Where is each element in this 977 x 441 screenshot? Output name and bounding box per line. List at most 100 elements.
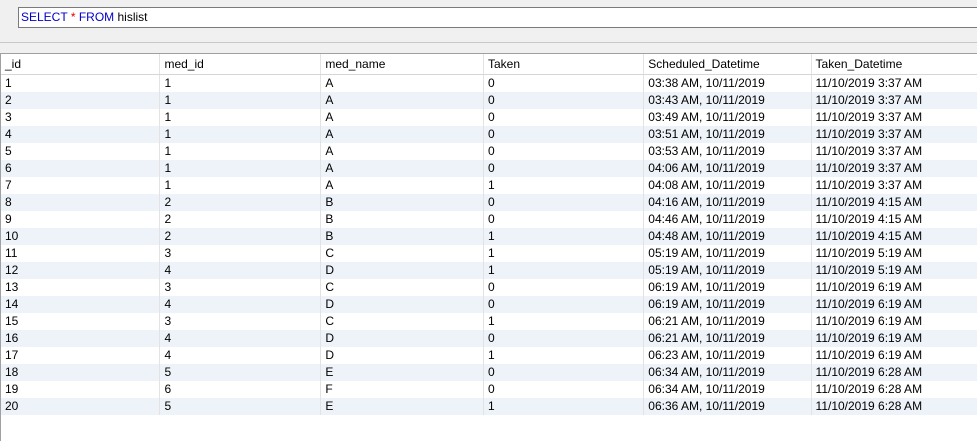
cell-taken[interactable]: 1 [483, 245, 645, 262]
cell-taken-datetime[interactable]: 11/10/2019 3:37 AM [811, 109, 977, 126]
cell-taken[interactable]: 1 [483, 398, 645, 415]
cell-taken-datetime[interactable]: 11/10/2019 4:15 AM [811, 228, 977, 245]
cell-scheduled-datetime[interactable]: 04:06 AM, 10/11/2019 [643, 160, 812, 177]
table-row[interactable]: 9 2 B 0 04:46 AM, 10/11/2019 11/10/2019 4:15 … [1, 211, 977, 228]
cell-taken-datetime[interactable]: 11/10/2019 5:19 AM [811, 262, 977, 279]
cell-taken-datetime[interactable]: 11/10/2019 6:28 AM [811, 364, 977, 381]
cell-id[interactable]: 10 [1, 228, 161, 245]
table-row[interactable]: 13 3 C 0 06:19 AM, 10/11/2019 11/10/2019 6:19… [1, 279, 977, 296]
cell-id[interactable]: 12 [1, 262, 161, 279]
cell-scheduled-datetime[interactable]: 03:53 AM, 10/11/2019 [643, 143, 812, 160]
cell-med-name[interactable]: C [320, 279, 484, 296]
cell-taken[interactable]: 0 [483, 279, 645, 296]
cell-scheduled-datetime[interactable]: 06:36 AM, 10/11/2019 [643, 398, 812, 415]
cell-id[interactable]: 20 [1, 398, 161, 415]
cell-med-name[interactable]: C [320, 313, 484, 330]
cell-id[interactable]: 19 [1, 381, 161, 398]
table-row[interactable]: 16 4 D 0 06:21 AM, 10/11/2019 11/10/2019 6:19… [1, 330, 977, 347]
cell-taken[interactable]: 1 [483, 347, 645, 364]
cell-taken-datetime[interactable]: 11/10/2019 6:19 AM [811, 330, 977, 347]
cell-scheduled-datetime[interactable]: 04:08 AM, 10/11/2019 [643, 177, 812, 194]
cell-med-id[interactable]: 1 [159, 92, 322, 109]
cell-taken[interactable]: 0 [483, 330, 645, 347]
cell-taken-datetime[interactable]: 11/10/2019 5:19 AM [811, 245, 977, 262]
cell-taken[interactable]: 0 [483, 74, 645, 92]
cell-taken-datetime[interactable]: 11/10/2019 6:19 AM [811, 313, 977, 330]
cell-med-id[interactable]: 1 [159, 74, 322, 92]
cell-med-name[interactable]: C [320, 245, 484, 262]
cell-taken-datetime[interactable]: 11/10/2019 6:19 AM [811, 296, 977, 313]
cell-scheduled-datetime[interactable]: 05:19 AM, 10/11/2019 [643, 262, 812, 279]
cell-med-name[interactable]: D [320, 262, 484, 279]
cell-id[interactable]: 8 [1, 194, 161, 211]
cell-med-id[interactable]: 1 [159, 177, 322, 194]
cell-med-name[interactable]: F [320, 381, 484, 398]
cell-taken[interactable]: 1 [483, 228, 645, 245]
cell-scheduled-datetime[interactable]: 03:38 AM, 10/11/2019 [643, 74, 812, 92]
cell-med-id[interactable]: 1 [159, 109, 322, 126]
cell-med-name[interactable]: A [320, 177, 484, 194]
cell-med-id[interactable]: 3 [159, 279, 322, 296]
cell-taken[interactable]: 1 [483, 177, 645, 194]
cell-scheduled-datetime[interactable]: 06:34 AM, 10/11/2019 [643, 381, 812, 398]
cell-med-id[interactable]: 2 [159, 228, 322, 245]
table-row[interactable]: 11 3 C 1 05:19 AM, 10/11/2019 11/10/2019 5:19… [1, 245, 977, 262]
column-header-id[interactable]: _id [1, 54, 161, 75]
cell-taken[interactable]: 0 [483, 381, 645, 398]
cell-med-id[interactable]: 4 [159, 330, 322, 347]
cell-med-id[interactable]: 3 [159, 313, 322, 330]
cell-taken-datetime[interactable]: 11/10/2019 3:37 AM [811, 143, 977, 160]
cell-taken-datetime[interactable]: 11/10/2019 3:37 AM [811, 160, 977, 177]
cell-scheduled-datetime[interactable]: 06:23 AM, 10/11/2019 [643, 347, 812, 364]
cell-med-id[interactable]: 4 [159, 296, 322, 313]
cell-scheduled-datetime[interactable]: 06:21 AM, 10/11/2019 [643, 330, 812, 347]
column-header-med-id[interactable]: med_id [159, 54, 322, 75]
cell-taken[interactable]: 1 [483, 313, 645, 330]
cell-id[interactable]: 7 [1, 177, 161, 194]
cell-taken[interactable]: 0 [483, 126, 645, 143]
table-row[interactable]: 15 3 C 1 06:21 AM, 10/11/2019 11/10/2019 6:19… [1, 313, 977, 330]
cell-med-id[interactable]: 2 [159, 194, 322, 211]
cell-taken[interactable]: 0 [483, 211, 645, 228]
cell-med-id[interactable]: 4 [159, 347, 322, 364]
cell-scheduled-datetime[interactable]: 03:49 AM, 10/11/2019 [643, 109, 812, 126]
cell-med-name[interactable]: A [320, 143, 484, 160]
cell-med-name[interactable]: E [320, 364, 484, 381]
cell-id[interactable]: 15 [1, 313, 161, 330]
cell-scheduled-datetime[interactable]: 03:51 AM, 10/11/2019 [643, 126, 812, 143]
table-row[interactable]: 3 1 A 0 03:49 AM, 10/11/2019 11/10/2019 3:37 … [1, 109, 977, 126]
column-header-taken-datetime[interactable]: Taken_Datetime [811, 54, 977, 75]
cell-med-name[interactable]: D [320, 296, 484, 313]
cell-id[interactable]: 4 [1, 126, 161, 143]
cell-id[interactable]: 2 [1, 92, 161, 109]
table-row[interactable]: 20 5 E 1 06:36 AM, 10/11/2019 11/10/2019 6:28… [1, 398, 977, 415]
cell-med-name[interactable]: E [320, 398, 484, 415]
cell-med-id[interactable]: 5 [159, 364, 322, 381]
cell-med-id[interactable]: 3 [159, 245, 322, 262]
cell-taken[interactable]: 1 [483, 262, 645, 279]
cell-med-id[interactable]: 1 [159, 143, 322, 160]
cell-med-name[interactable]: D [320, 347, 484, 364]
table-row[interactable]: 1 1 A 0 03:38 AM, 10/11/2019 11/10/2019 3:37 … [1, 74, 977, 92]
cell-scheduled-datetime[interactable]: 06:19 AM, 10/11/2019 [643, 296, 812, 313]
cell-id[interactable]: 3 [1, 109, 161, 126]
table-row[interactable]: 14 4 D 0 06:19 AM, 10/11/2019 11/10/2019 6:19… [1, 296, 977, 313]
cell-med-id[interactable]: 6 [159, 381, 322, 398]
cell-taken-datetime[interactable]: 11/10/2019 6:28 AM [811, 381, 977, 398]
cell-taken[interactable]: 0 [483, 364, 645, 381]
cell-taken[interactable]: 0 [483, 109, 645, 126]
column-header-med-name[interactable]: med_name [320, 54, 484, 75]
cell-taken-datetime[interactable]: 11/10/2019 4:15 AM [811, 194, 977, 211]
cell-taken[interactable]: 0 [483, 143, 645, 160]
table-row[interactable]: 6 1 A 0 04:06 AM, 10/11/2019 11/10/2019 3:37 … [1, 160, 977, 177]
cell-taken[interactable]: 0 [483, 194, 645, 211]
cell-med-name[interactable]: A [320, 160, 484, 177]
cell-med-name[interactable]: B [320, 228, 484, 245]
cell-med-id[interactable]: 1 [159, 126, 322, 143]
cell-taken[interactable]: 0 [483, 160, 645, 177]
cell-med-id[interactable]: 4 [159, 262, 322, 279]
table-row[interactable]: 18 5 E 0 06:34 AM, 10/11/2019 11/10/2019 6:28… [1, 364, 977, 381]
cell-scheduled-datetime[interactable]: 04:46 AM, 10/11/2019 [643, 211, 812, 228]
results-grid[interactable]: _id med_id med_name Taken Scheduled_Date… [0, 53, 977, 441]
cell-med-name[interactable]: D [320, 330, 484, 347]
